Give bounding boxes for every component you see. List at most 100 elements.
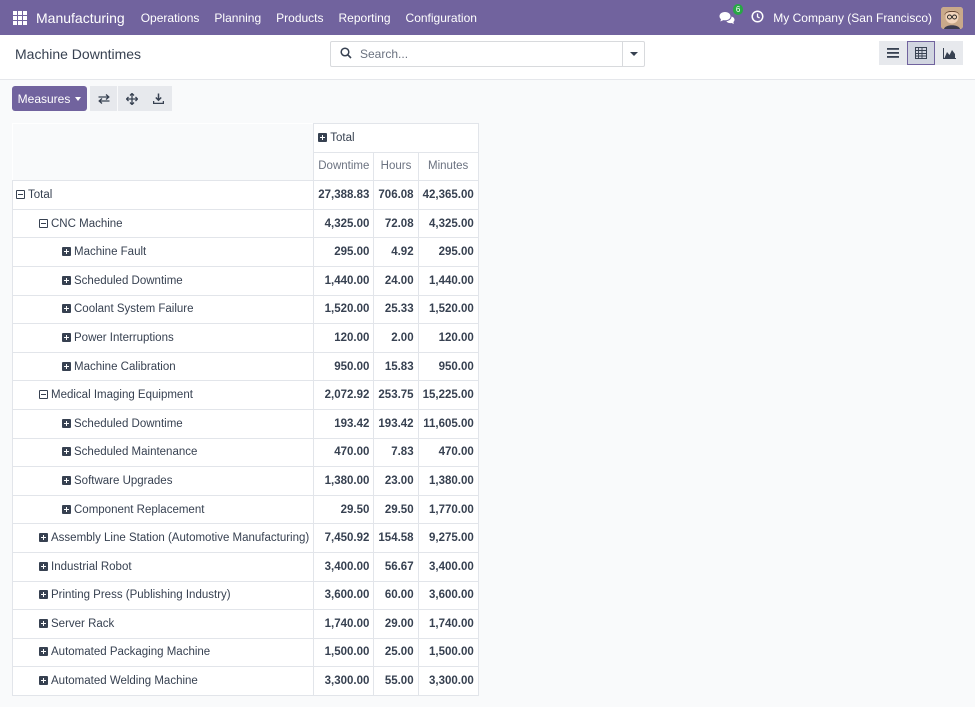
cell-minutes[interactable]: 4,325.00 [417,208,479,239]
expand-plus-icon [62,247,71,257]
cell-downtime[interactable]: 4,325.00 [313,208,375,239]
cell-downtime[interactable]: 3,600.00 [313,580,375,611]
row-header[interactable]: Scheduled Downtime [11,408,315,439]
cell-hours[interactable]: 56.67 [373,551,419,582]
cell-minutes[interactable]: 3,300.00 [417,666,479,696]
app-brand[interactable]: Manufacturing [36,10,125,26]
cell-downtime[interactable]: 7,450.92 [313,523,375,553]
clock-icon[interactable] [751,9,764,26]
flip-axis-button[interactable] [90,86,117,111]
cell-hours[interactable]: 29.50 [373,494,419,525]
cell-hours[interactable]: 25.00 [373,637,419,668]
row-header[interactable]: Assembly Line Station (Automotive Manufa… [11,523,315,553]
menu-configuration[interactable]: Configuration [406,11,477,25]
cell-hours[interactable]: 4.92 [373,237,419,267]
menu-operations[interactable]: Operations [141,11,200,25]
row-header[interactable]: Component Replacement [11,494,315,525]
cell-minutes[interactable]: 1,520.00 [417,294,479,325]
cell-minutes[interactable]: 950.00 [417,351,479,382]
expand-all-button[interactable] [118,86,145,111]
row-header[interactable]: Scheduled Downtime [11,265,315,296]
cell-downtime[interactable]: 1,380.00 [313,466,375,496]
cell-hours[interactable]: 706.08 [373,180,419,210]
cell-hours[interactable]: 72.08 [373,208,419,239]
menu-reporting[interactable]: Reporting [339,11,391,25]
cell-downtime[interactable]: 27,388.83 [313,180,375,210]
cell-minutes[interactable]: 1,500.00 [417,637,479,668]
row-header[interactable]: Scheduled Maintenance [11,437,315,468]
cell-minutes[interactable]: 3,600.00 [417,580,479,611]
list-view-button[interactable] [879,41,907,65]
cell-minutes[interactable]: 11,605.00 [417,408,479,439]
cell-minutes[interactable]: 1,380.00 [417,466,479,496]
company-switcher[interactable]: My Company (San Francisco) [773,11,932,25]
cell-downtime[interactable]: 3,400.00 [313,551,375,582]
cell-downtime[interactable]: 3,300.00 [313,666,375,696]
cell-downtime[interactable]: 120.00 [313,323,375,353]
cell-hours[interactable]: 55.00 [373,666,419,696]
cell-minutes[interactable]: 42,365.00 [417,180,479,210]
row-header[interactable]: Total [11,180,315,210]
cell-minutes[interactable]: 295.00 [417,237,479,267]
chat-icon[interactable]: 6 [719,3,744,25]
cell-hours[interactable]: 7.83 [373,437,419,468]
row-header[interactable]: Server Rack [11,609,315,639]
search-bar[interactable] [330,41,645,67]
row-header[interactable]: Coolant System Failure [11,294,315,325]
user-avatar[interactable] [941,6,963,29]
graph-view-button[interactable] [935,41,963,65]
cell-hours[interactable]: 193.42 [373,408,419,439]
measure-header-downtime[interactable]: Downtime [313,151,375,182]
cell-hours[interactable]: 24.00 [373,265,419,296]
cell-hours[interactable]: 253.75 [373,380,419,410]
row-header[interactable]: Automated Packaging Machine [11,637,315,668]
row-header[interactable]: Power Interruptions [11,323,315,353]
cell-hours[interactable]: 29.00 [373,609,419,639]
download-button[interactable] [145,86,172,111]
control-panel: Machine Downtimes [0,35,975,80]
cell-downtime[interactable]: 193.42 [313,408,375,439]
pivot-view-button[interactable] [907,41,935,65]
cell-downtime[interactable]: 950.00 [313,351,375,382]
measure-header-hours[interactable]: Hours [373,151,419,182]
cell-downtime[interactable]: 2,072.92 [313,380,375,410]
measures-button[interactable]: Measures [12,86,87,111]
cell-minutes[interactable]: 1,770.00 [417,494,479,525]
cell-hours[interactable]: 60.00 [373,580,419,611]
cell-downtime[interactable]: 470.00 [313,437,375,468]
menu-products[interactable]: Products [276,11,323,25]
cell-minutes[interactable]: 9,275.00 [417,523,479,553]
cell-minutes[interactable]: 120.00 [417,323,479,353]
cell-hours[interactable]: 15.83 [373,351,419,382]
column-header-total[interactable]: Total [313,123,479,153]
menu-planning[interactable]: Planning [214,11,261,25]
row-header[interactable]: Industrial Robot [11,551,315,582]
cell-downtime[interactable]: 295.00 [313,237,375,267]
row-header[interactable]: CNC Machine [11,208,315,239]
cell-minutes[interactable]: 15,225.00 [417,380,479,410]
row-header[interactable]: Machine Fault [11,237,315,267]
search-options-toggle[interactable] [622,42,644,66]
row-header[interactable]: Machine Calibration [11,351,315,382]
expand-plus-icon [39,590,48,600]
cell-downtime[interactable]: 1,740.00 [313,609,375,639]
cell-minutes[interactable]: 3,400.00 [417,551,479,582]
cell-hours[interactable]: 25.33 [373,294,419,325]
search-input[interactable] [360,47,620,61]
cell-downtime[interactable]: 1,500.00 [313,637,375,668]
measure-header-minutes[interactable]: Minutes [417,151,479,182]
cell-downtime[interactable]: 1,520.00 [313,294,375,325]
row-header[interactable]: Software Upgrades [11,466,315,496]
cell-downtime[interactable]: 1,440.00 [313,265,375,296]
cell-hours[interactable]: 2.00 [373,323,419,353]
cell-minutes[interactable]: 470.00 [417,437,479,468]
row-header[interactable]: Medical Imaging Equipment [11,380,315,410]
cell-hours[interactable]: 23.00 [373,466,419,496]
row-header[interactable]: Printing Press (Publishing Industry) [11,580,315,611]
cell-hours[interactable]: 154.58 [373,523,419,553]
row-header[interactable]: Automated Welding Machine [11,666,315,696]
apps-menu-icon[interactable] [13,10,27,25]
cell-minutes[interactable]: 1,440.00 [417,265,479,296]
cell-downtime[interactable]: 29.50 [313,494,375,525]
cell-minutes[interactable]: 1,740.00 [417,609,479,639]
